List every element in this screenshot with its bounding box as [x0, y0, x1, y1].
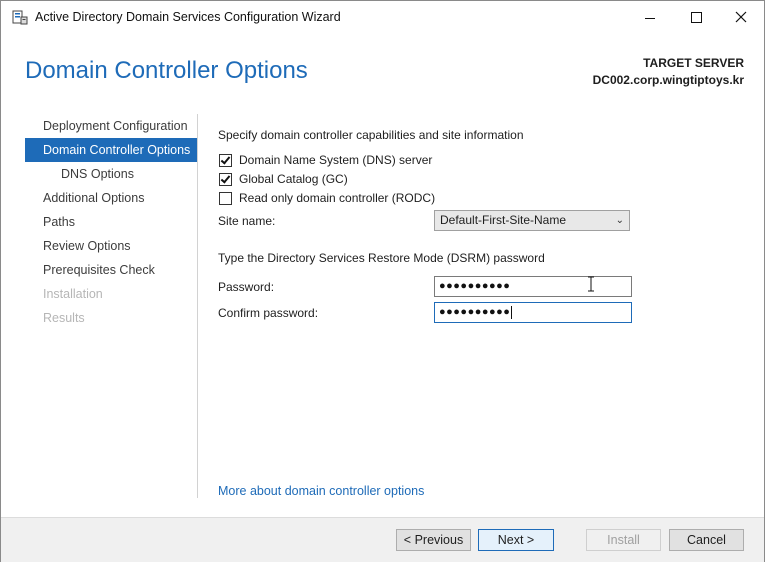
- capabilities-heading: Specify domain controller capabilities a…: [218, 128, 524, 142]
- confirm-password-label: Confirm password:: [218, 306, 319, 320]
- maximize-icon: [690, 11, 702, 23]
- dsrm-heading: Type the Directory Services Restore Mode…: [218, 251, 545, 265]
- site-name-label: Site name:: [218, 214, 276, 228]
- checkmark-icon: [220, 153, 231, 165]
- minimize-icon: [645, 17, 655, 19]
- window-title: Active Directory Domain Services Configu…: [35, 10, 341, 24]
- dns-server-label: Domain Name System (DNS) server: [239, 153, 433, 167]
- nav-item-additional-options[interactable]: Additional Options: [25, 186, 197, 210]
- password-input[interactable]: ●●●●●●●●●●: [434, 276, 632, 297]
- target-server-label: TARGET SERVER: [643, 56, 744, 70]
- text-caret: [511, 305, 513, 319]
- target-server-name: DC002.corp.wingtiptoys.kr: [592, 73, 744, 87]
- nav-item-domain-controller-options[interactable]: Domain Controller Options: [25, 138, 197, 162]
- wizard-nav: Deployment Configuration Domain Controll…: [25, 114, 197, 330]
- next-button[interactable]: Next >: [478, 529, 554, 551]
- dns-server-checkbox[interactable]: [219, 153, 232, 167]
- rodc-label: Read only domain controller (RODC): [239, 191, 436, 205]
- nav-item-review-options[interactable]: Review Options: [25, 234, 197, 258]
- title-bar[interactable]: Active Directory Domain Services Configu…: [1, 1, 764, 33]
- page-title: Domain Controller Options: [25, 57, 308, 84]
- previous-button[interactable]: < Previous: [396, 529, 471, 551]
- confirm-password-value: ●●●●●●●●●●: [439, 306, 511, 318]
- server-manager-icon: [12, 10, 28, 25]
- nav-item-installation: Installation: [43, 287, 103, 301]
- cancel-button[interactable]: Cancel: [669, 529, 744, 551]
- minimize-button[interactable]: [627, 1, 673, 33]
- install-button: Install: [586, 529, 661, 551]
- site-name-dropdown[interactable]: Default-First-Site-Name ⌄: [434, 210, 630, 231]
- global-catalog-label: Global Catalog (GC): [239, 172, 348, 186]
- nav-item-dns-options[interactable]: DNS Options: [25, 162, 197, 186]
- rodc-checkbox[interactable]: [219, 191, 232, 205]
- rodc-option[interactable]: Read only domain controller (RODC): [219, 190, 435, 206]
- nav-item-deployment-configuration[interactable]: Deployment Configuration: [25, 114, 197, 138]
- close-button[interactable]: [718, 1, 764, 33]
- ibeam-cursor-icon: [588, 276, 594, 292]
- nav-divider: [197, 114, 198, 498]
- chevron-down-icon: ⌄: [615, 215, 624, 226]
- password-value: ●●●●●●●●●●: [439, 280, 511, 292]
- checkmark-icon: [220, 172, 231, 184]
- close-icon: [735, 11, 747, 23]
- nav-item-results: Results: [43, 311, 85, 325]
- global-catalog-checkbox[interactable]: [219, 172, 232, 186]
- nav-item-prerequisites-check[interactable]: Prerequisites Check: [25, 258, 197, 282]
- site-name-value: Default-First-Site-Name: [440, 213, 567, 227]
- confirm-password-input[interactable]: ●●●●●●●●●●: [434, 302, 632, 323]
- password-label: Password:: [218, 280, 275, 294]
- maximize-button[interactable]: [673, 1, 719, 33]
- dns-server-option[interactable]: Domain Name System (DNS) server: [219, 152, 432, 168]
- global-catalog-option[interactable]: Global Catalog (GC): [219, 171, 348, 187]
- more-about-options-link[interactable]: More about domain controller options: [218, 484, 424, 498]
- nav-item-paths[interactable]: Paths: [25, 210, 197, 234]
- wizard-window: Active Directory Domain Services Configu…: [0, 0, 765, 562]
